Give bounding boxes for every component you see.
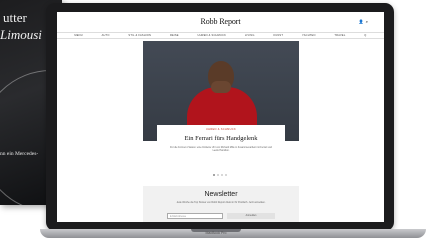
- nav-item-living[interactable]: LIVING: [245, 34, 255, 37]
- hero-person-hands: [211, 81, 231, 93]
- nav-item-reise[interactable]: REISE: [170, 34, 179, 37]
- newsletter-title: Newsletter: [204, 191, 238, 198]
- article-headline[interactable]: Ein Ferrari fürs Handgelenk: [157, 135, 285, 142]
- nav-item-kunst[interactable]: KUNST: [273, 34, 283, 37]
- main-nav: MENU AUTO STIL & FASHION REISE UHREN & S…: [57, 32, 384, 39]
- carousel-dot[interactable]: [221, 174, 223, 176]
- article-excerpt: Für die Formel-1 Saison: eine limitierte…: [170, 146, 272, 152]
- nav-item-uhren-schmuck[interactable]: UHREN & SCHMUCK: [198, 34, 227, 37]
- magazine-caption: nn ein Mercedes-: [0, 151, 39, 157]
- browser-screen: Robb Report 👤 ⌕ MENU AUTO STIL & FASHION…: [57, 12, 384, 222]
- search-icon[interactable]: ⌕: [366, 19, 368, 24]
- nav-item-q[interactable]: Q: [364, 34, 366, 37]
- newsletter-subscribe-button[interactable]: Anmelden: [227, 213, 275, 219]
- carousel-dots: [213, 174, 227, 176]
- site-logo[interactable]: Robb Report: [57, 17, 384, 26]
- nav-item-yachten[interactable]: YACHTEN: [302, 34, 316, 37]
- nav-item-auto[interactable]: AUTO: [102, 34, 110, 37]
- article-kicker: UHREN & SCHMUCK: [205, 128, 236, 131]
- nav-item-menu[interactable]: MENU: [74, 34, 82, 37]
- laptop-model-label: MacBook Pro: [205, 231, 227, 235]
- newsletter-section: Newsletter Jede Woche die Top Stories vo…: [143, 186, 299, 222]
- carousel-dot[interactable]: [217, 174, 219, 176]
- carousel-dot[interactable]: [213, 174, 215, 176]
- hero-article-card[interactable]: UHREN & SCHMUCK Ein Ferrari fürs Handgel…: [157, 125, 285, 170]
- user-icon[interactable]: 👤: [359, 19, 364, 24]
- nav-item-stil-fashion[interactable]: STIL & FASHION: [128, 34, 151, 37]
- header-icons: 👤 ⌕: [359, 19, 368, 24]
- nav-item-travel[interactable]: TRAVEL: [334, 34, 345, 37]
- carousel-dot[interactable]: [225, 174, 227, 176]
- site-header: Robb Report 👤 ⌕: [57, 12, 384, 30]
- magazine-title-line1: utter: [3, 10, 27, 25]
- magazine-title-line2: Limousi: [0, 27, 42, 42]
- newsletter-text: Jede Woche die Top Stories von Robb Repo…: [176, 201, 266, 204]
- newsletter-email-input[interactable]: E-Mail Adresse: [167, 213, 223, 219]
